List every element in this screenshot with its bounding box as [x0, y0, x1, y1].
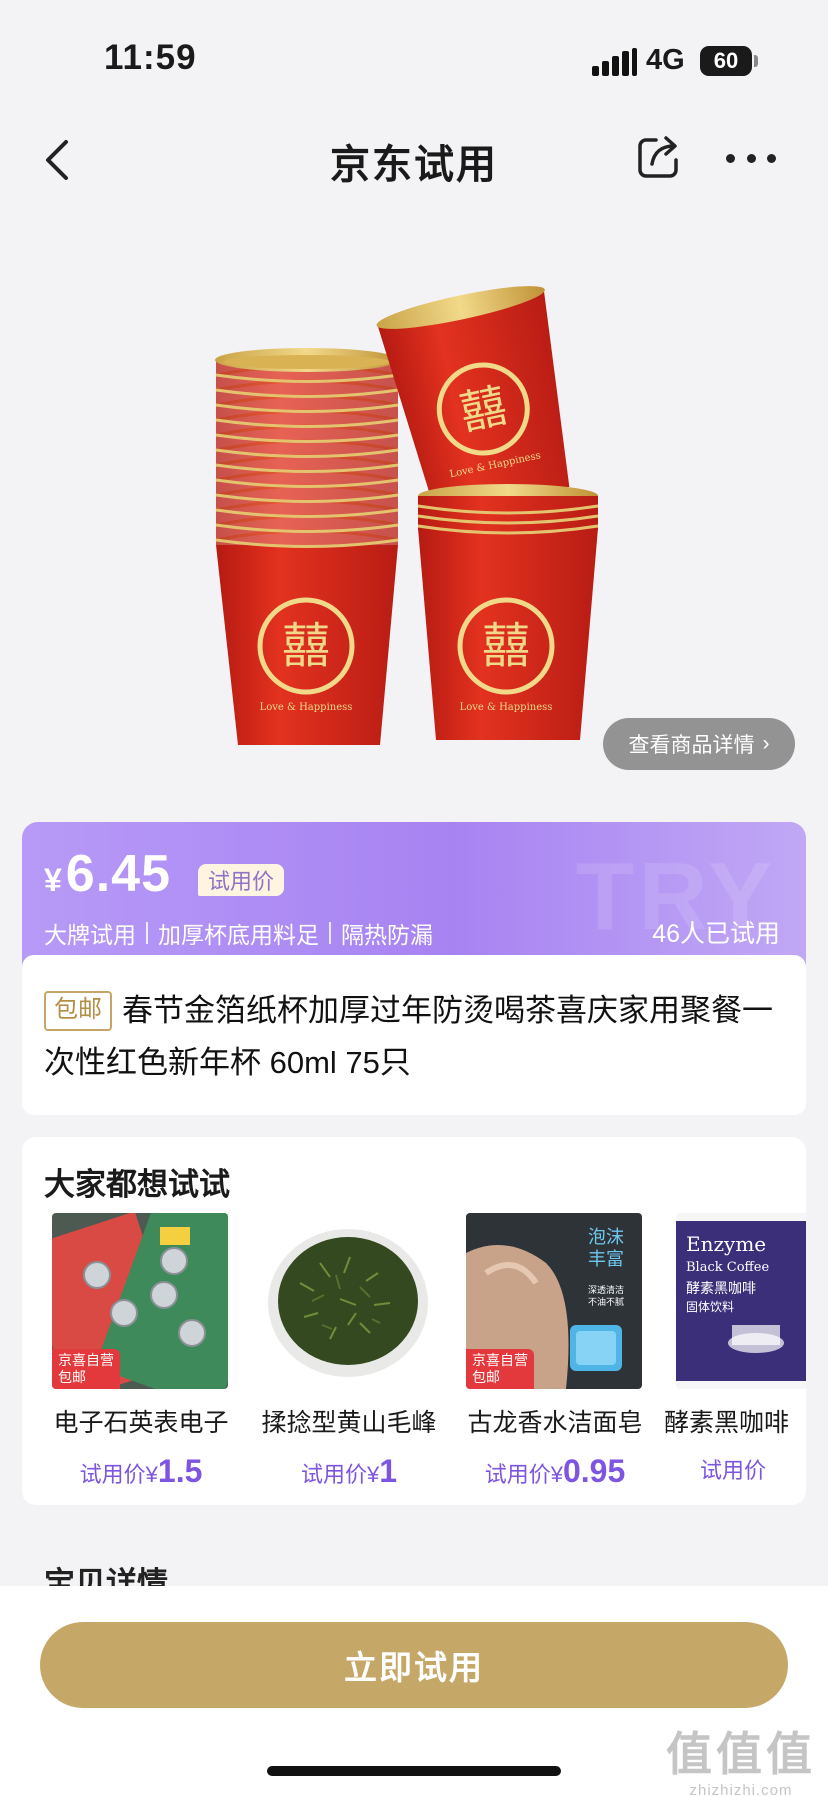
more-button[interactable]	[726, 140, 776, 176]
more-dot	[746, 153, 756, 163]
home-indicator[interactable]	[267, 1766, 561, 1776]
svg-text:囍: 囍	[482, 618, 530, 674]
trial-price-tag: 试用价	[198, 864, 285, 896]
rec-item[interactable]: 京喜自营 包邮 电子石英表电子 试用价¥1.5	[46, 1213, 236, 1490]
watermark-url: zhizhizhi.com	[689, 1782, 793, 1796]
rec-item-name: 揉捻型黄山毛峰	[261, 1409, 437, 1437]
rec-price-currency: ¥	[366, 1462, 380, 1487]
share-button[interactable]	[636, 134, 682, 180]
coffee-box-image: Enzyme Black Coffee 酵素黑咖啡 固体饮料	[676, 1213, 806, 1389]
battery-level: 60	[713, 48, 739, 73]
svg-text:深透清洁: 深透清洁	[588, 1284, 624, 1296]
try-now-button[interactable]: 立即试用	[40, 1622, 788, 1708]
rec-price-value: 1	[379, 1453, 398, 1489]
battery-tip	[754, 55, 758, 67]
free-shipping-badge: 包邮	[44, 991, 112, 1031]
nav-bar: 京东试用	[0, 120, 828, 200]
product-image[interactable]: 囍 Love & Happiness 囍 Love & Happiness 囍 …	[0, 210, 828, 800]
svg-text:酵素黑咖啡: 酵素黑咖啡	[686, 1281, 756, 1297]
svg-text:泡沫: 泡沫	[588, 1227, 624, 1248]
rec-item-name: 电子石英表电子	[53, 1409, 229, 1437]
rec-thumb-battery: 京喜自营 包邮	[52, 1213, 228, 1389]
view-details-label: 查看商品详情	[628, 734, 755, 757]
feature-divider	[329, 922, 331, 944]
cup-stack-left: 囍 Love & Happiness	[215, 348, 399, 745]
rec-item-price: 试用价¥1	[254, 1453, 444, 1490]
rec-item[interactable]: 揉捻型黄山毛峰 试用价¥1	[254, 1213, 444, 1490]
cup-stack-right: 囍 Love & Happiness	[417, 484, 599, 740]
price-row: ¥ 6.45	[44, 844, 171, 904]
rec-item-name: 古龙香水洁面皂	[467, 1409, 643, 1437]
rec-thumb-tea	[260, 1213, 436, 1389]
rec-thumb-coffee: Enzyme Black Coffee 酵素黑咖啡 固体饮料	[676, 1213, 806, 1389]
rec-price-label: 试用价	[484, 1462, 551, 1487]
jd-badge-line: 京喜自营	[472, 1352, 528, 1368]
svg-text:固体饮料: 固体饮料	[686, 1300, 734, 1314]
trial-price: 6.45	[65, 845, 172, 903]
feature-divider	[146, 922, 148, 944]
product-title: 包邮 春节金箔纸杯加厚过年防烫喝茶喜庆家用聚餐一次性红色新年杯 60ml 75只	[44, 985, 789, 1089]
chevron-right-icon: ›	[762, 732, 770, 755]
jd-free-shipping-badge: 京喜自营 包邮	[466, 1349, 534, 1389]
more-dot	[726, 153, 735, 163]
tried-count: 46人已试用	[652, 920, 780, 948]
svg-text:Enzyme: Enzyme	[686, 1232, 766, 1256]
rec-price-currency: ¥	[550, 1462, 563, 1487]
recommendations-heading: 大家都想试试	[44, 1167, 230, 1202]
rec-price-label: 试用价	[300, 1462, 367, 1487]
product-title-text: 春节金箔纸杯加厚过年防烫喝茶喜庆家用聚餐一次性红色新年杯 60ml 75只	[44, 993, 773, 1080]
rec-item-name: 酵素黑咖啡	[664, 1409, 790, 1437]
rec-price-label: 试用价	[700, 1458, 767, 1483]
svg-text:囍: 囍	[282, 618, 330, 674]
rec-price-value: 0.95	[562, 1453, 626, 1489]
watermark-logo: 值值值	[666, 1727, 816, 1781]
rec-thumb-soap: 泡沫 丰富 深透清洁 不油不腻 京喜自营 包邮	[466, 1213, 642, 1389]
site-watermark: 值值值 zhizhizhi.com	[666, 1718, 816, 1796]
jd-free-shipping-badge: 京喜自营 包邮	[52, 1349, 120, 1389]
rec-item[interactable]: 泡沫 丰富 深透清洁 不油不腻 京喜自营 包邮 古龙香水洁面皂 试用价¥0.95	[460, 1213, 650, 1490]
rec-price-currency: ¥	[145, 1462, 158, 1487]
rec-item[interactable]: Enzyme Black Coffee 酵素黑咖啡 固体饮料 酵素黑咖啡 试用价	[664, 1213, 806, 1485]
signal-icon	[592, 48, 638, 76]
jd-badge-line: 京喜自营	[58, 1352, 114, 1368]
jd-badge-line: 包邮	[58, 1369, 86, 1385]
green-tea-image	[260, 1213, 436, 1389]
status-time: 11:59	[104, 38, 197, 77]
svg-text:Love & Happiness: Love & Happiness	[460, 702, 553, 713]
bottom-action-bar: 立即试用 值值值 zhizhizhi.com	[0, 1586, 828, 1796]
rec-price-label: 试用价	[79, 1462, 146, 1487]
recommendations-section: 大家都想试试 京喜自营 包邮 电子石英表电子 试用价¥1.5 揉捻型黄山毛峰 试…	[22, 1137, 806, 1505]
more-dot	[767, 153, 776, 163]
feature-item: 大牌试用	[44, 922, 136, 948]
cup-tilted: 囍 Love & Happiness	[376, 286, 570, 516]
battery-icon: 60	[700, 46, 752, 76]
share-icon	[638, 136, 678, 178]
page-title: 京东试用	[330, 143, 498, 187]
currency-symbol: ¥	[44, 862, 62, 898]
svg-text:Black Coffee: Black Coffee	[686, 1260, 769, 1275]
rec-item-price: 试用价	[664, 1453, 806, 1485]
jd-badge-line: 包邮	[472, 1369, 500, 1385]
view-details-button[interactable]: 查看商品详情 ›	[603, 718, 795, 770]
feature-item: 隔热防漏	[341, 922, 433, 948]
rec-item-price: 试用价¥1.5	[46, 1453, 236, 1490]
feature-list: 大牌试用 加厚杯底用料足 隔热防漏	[44, 916, 433, 950]
paper-cups-illustration: 囍 Love & Happiness 囍 Love & Happiness 囍 …	[215, 286, 599, 745]
feature-item: 加厚杯底用料足	[158, 922, 319, 948]
rec-item-price: 试用价¥0.95	[460, 1453, 650, 1490]
svg-text:Love & Happiness: Love & Happiness	[260, 702, 353, 713]
product-title-card: 包邮 春节金箔纸杯加厚过年防烫喝茶喜庆家用聚餐一次性红色新年杯 60ml 75只	[22, 955, 806, 1115]
rec-price-value: 1.5	[157, 1453, 203, 1489]
status-bar: 11:59 4G 60	[0, 0, 828, 110]
network-label: 4G	[646, 44, 685, 76]
svg-text:不油不腻: 不油不腻	[588, 1296, 624, 1308]
svg-text:丰富: 丰富	[588, 1249, 624, 1270]
